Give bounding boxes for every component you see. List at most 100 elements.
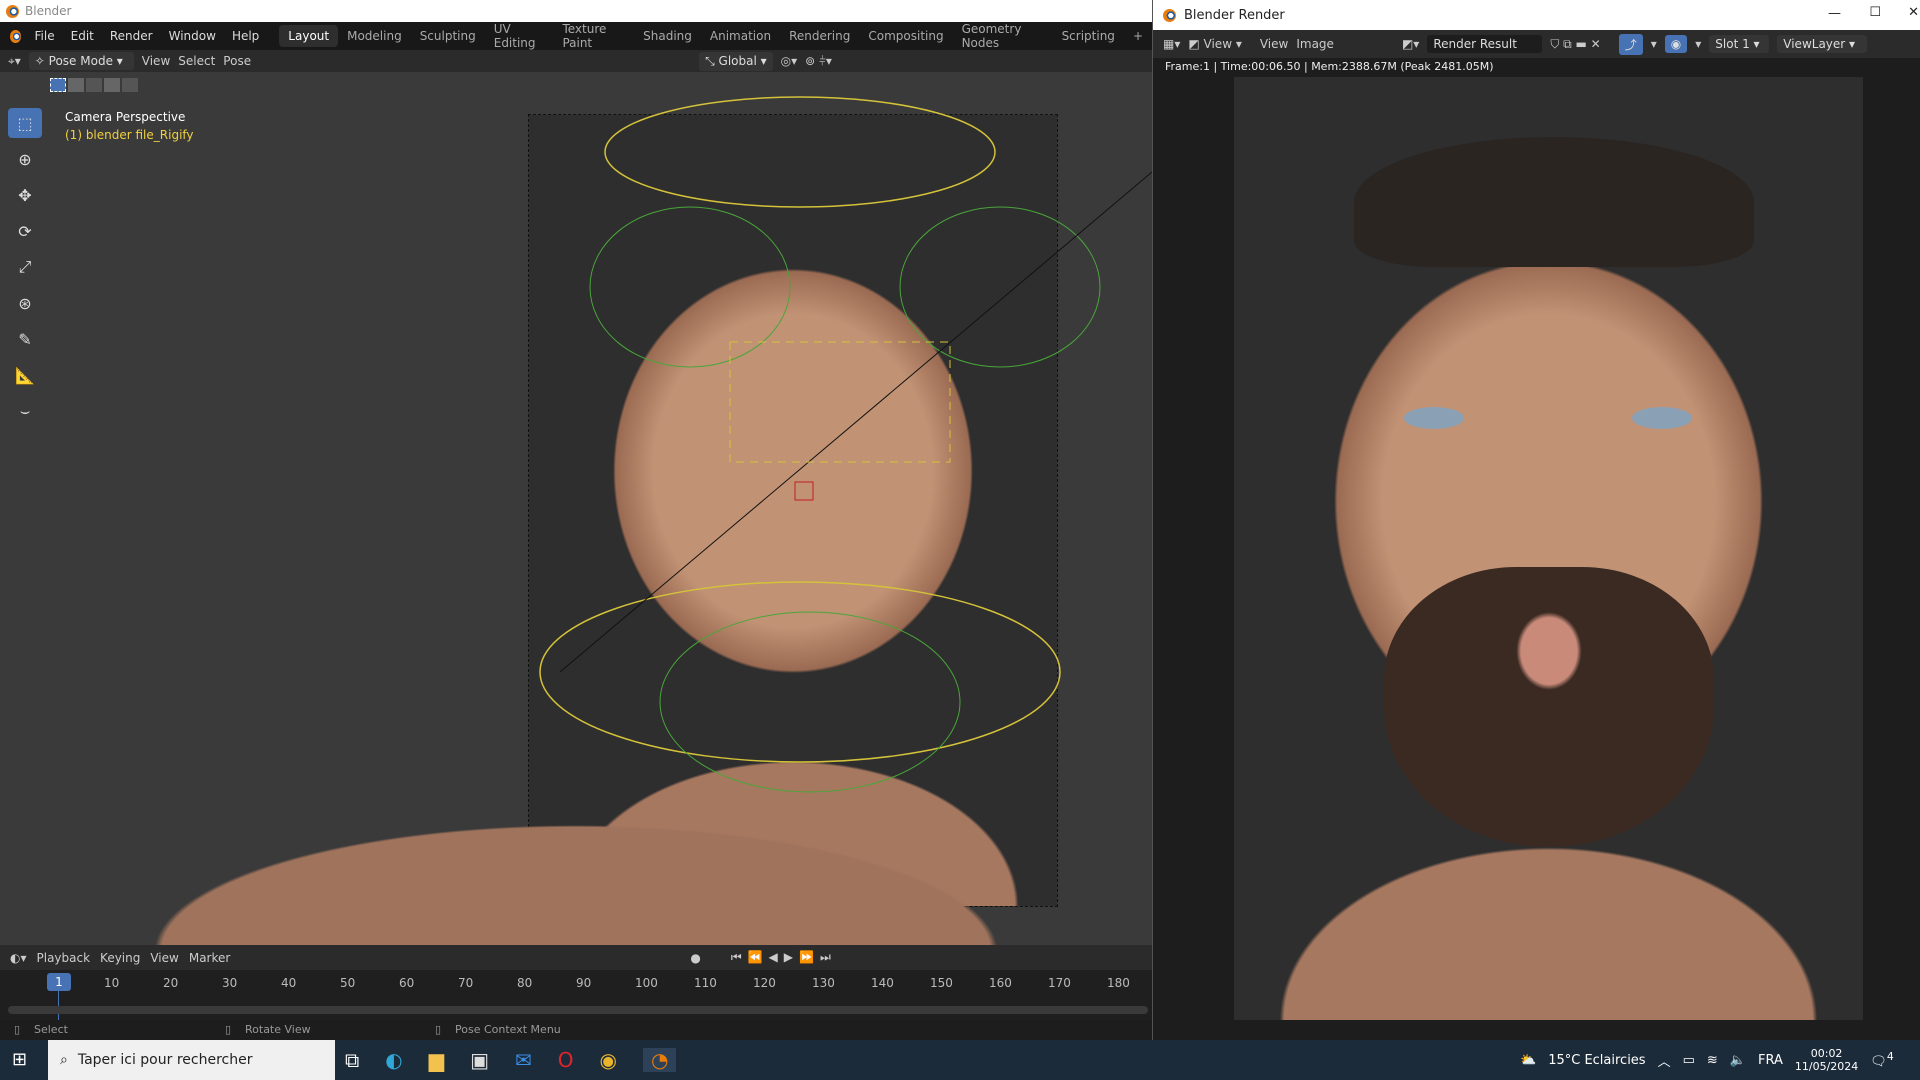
tab-uv-editing[interactable]: UV Editing — [485, 18, 554, 54]
snap-icon[interactable]: ⊚ ⫩▾ — [805, 54, 832, 69]
editor-type-icon[interactable]: ▦▾ — [1163, 37, 1180, 51]
wifi-icon[interactable]: ≋ — [1707, 1053, 1718, 1068]
gizmo-toggle[interactable]: ⤴ — [1618, 33, 1643, 55]
move-icon[interactable]: ✥ — [8, 180, 42, 210]
blender-taskbar-icon[interactable]: ◔ — [643, 1048, 677, 1072]
clock[interactable]: 00:02 11/05/2024 — [1795, 1047, 1858, 1073]
image-actions[interactable]: ⛉ ⧉ ▬ ✕ — [1550, 37, 1600, 52]
menu-view[interactable]: View — [142, 54, 170, 68]
timeline-editor-icon[interactable]: ◐▾ — [10, 951, 27, 965]
meet-icon[interactable]: ▭ — [1683, 1053, 1695, 1068]
menu-file[interactable]: File — [27, 29, 63, 43]
start-button[interactable]: ⊞ — [12, 1049, 27, 1070]
playback-controls[interactable]: ⏮⏪◀▶⏩⏭ — [731, 950, 837, 965]
slot-label: Slot 1 — [1715, 37, 1750, 51]
clock-time: 00:02 — [1810, 1047, 1843, 1060]
layer-dropdown[interactable]: ViewLayer ▾ — [1777, 35, 1868, 53]
mode-dropdown[interactable]: ✧ Pose Mode ▾ — [28, 52, 134, 70]
frame-tick: 20 — [163, 976, 179, 990]
layer-label: ViewLayer — [1783, 37, 1846, 51]
annotate-icon[interactable]: ✎ — [8, 324, 42, 354]
opera-icon[interactable]: O — [558, 1048, 574, 1072]
add-workspace-button[interactable]: + — [1124, 25, 1152, 47]
orientation-dropdown[interactable]: ⤡ Global ▾ — [699, 51, 773, 71]
menu-pose[interactable]: Pose — [223, 54, 251, 68]
tab-layout[interactable]: Layout — [279, 25, 339, 47]
timeline-ruler[interactable]: 1 10 20 30 40 50 60 70 80 90 100 110 120 130 140 150 16… — [0, 970, 1152, 1020]
menu-timeline-view[interactable]: View — [150, 951, 178, 965]
record-button[interactable]: ● — [690, 951, 700, 965]
beard — [1384, 567, 1714, 847]
menu-edit[interactable]: Edit — [63, 29, 102, 43]
overlay-toggle[interactable]: ◉ — [1664, 35, 1688, 53]
tab-animation[interactable]: Animation — [701, 25, 780, 47]
3d-viewport[interactable]: Camera Perspective (1) blender file_Rigi… — [0, 72, 1152, 945]
view-mode-dropdown[interactable]: ◩ View ▾ — [1188, 37, 1241, 51]
edge-icon[interactable]: ◐ — [385, 1048, 402, 1072]
maximize-button[interactable]: ☐ — [1869, 5, 1881, 20]
search-box[interactable]: ⌕ Taper ici pour rechercher — [48, 1040, 335, 1080]
editor-type-icon[interactable]: ⌖▾ — [8, 54, 21, 69]
frame-tick: 50 — [340, 976, 356, 990]
pivot-icon[interactable]: ◎▾ — [781, 54, 798, 68]
mail-icon[interactable]: ✉ — [515, 1048, 532, 1072]
scale-icon[interactable]: ⤢ — [8, 252, 42, 282]
chrome-icon[interactable]: ◉ — [600, 1048, 617, 1072]
frame-tick: 10 — [104, 976, 120, 990]
tab-sculpting[interactable]: Sculpting — [411, 25, 485, 47]
view-mode-label: View — [1203, 37, 1233, 51]
menu-playback[interactable]: Playback — [37, 951, 91, 965]
weather-text[interactable]: 15°C Eclaircies — [1548, 1053, 1645, 1068]
weather-icon[interactable]: ⛅ — [1520, 1053, 1536, 1068]
menu-select[interactable]: Select — [178, 54, 215, 68]
blender-logo-icon — [1163, 8, 1176, 22]
timeline-scrollbar[interactable] — [8, 1006, 1148, 1014]
rotate-icon[interactable]: ⟳ — [8, 216, 42, 246]
store-icon[interactable]: ▣ — [470, 1048, 489, 1072]
rig-overlay — [539, 96, 1152, 793]
task-view-icon[interactable]: ⧉ — [345, 1048, 359, 1072]
frame-tick: 40 — [281, 976, 297, 990]
frame-tick: 120 — [753, 976, 776, 990]
tab-geometry-nodes[interactable]: Geometry Nodes — [953, 18, 1053, 54]
notifications-icon[interactable]: 🗨4 — [1870, 1050, 1893, 1069]
slot-dropdown[interactable]: Slot 1 ▾ — [1709, 35, 1770, 53]
measure-icon[interactable]: 📐 — [8, 360, 42, 390]
menu-image[interactable]: Image — [1296, 37, 1334, 51]
language-indicator[interactable]: FRA — [1758, 1053, 1783, 1068]
tab-scripting[interactable]: Scripting — [1053, 25, 1124, 47]
frame-tick: 90 — [576, 976, 592, 990]
menu-keying[interactable]: Keying — [100, 951, 140, 965]
menu-render[interactable]: Render — [102, 29, 161, 43]
file-explorer-icon[interactable]: ▆ — [429, 1048, 444, 1072]
frame-tick: 80 — [517, 976, 533, 990]
tray-chevron-icon[interactable]: ︿ — [1658, 1051, 1671, 1070]
clock-date: 11/05/2024 — [1794, 1060, 1859, 1073]
timeline-header: ◐▾ Playback Keying View Marker ● ⏮⏪◀▶⏩⏭ — [0, 945, 1152, 970]
frame-tick: 60 — [399, 976, 415, 990]
cursor-icon[interactable]: ⊕ — [8, 144, 42, 174]
menu-window[interactable]: Window — [161, 29, 224, 43]
transform-icon[interactable]: ⊛ — [8, 288, 42, 318]
tab-modeling[interactable]: Modeling — [338, 25, 411, 47]
volume-icon[interactable]: 🔈 — [1730, 1053, 1746, 1068]
image-browse-icon[interactable]: ◩▾ — [1402, 37, 1419, 51]
render-result-image[interactable] — [1234, 77, 1863, 1020]
tab-texture-paint[interactable]: Texture Paint — [553, 18, 634, 54]
render-info: Frame:1 | Time:00:06.50 | Mem:2388.67M (… — [1153, 58, 1920, 76]
tab-rendering[interactable]: Rendering — [780, 25, 859, 47]
frame-tick: 170 — [1048, 976, 1071, 990]
bone-size-icon[interactable]: ⌣ — [8, 396, 42, 426]
menu-help[interactable]: Help — [224, 29, 267, 43]
menu-marker[interactable]: Marker — [189, 951, 230, 965]
tab-shading[interactable]: Shading — [634, 25, 701, 47]
menu-view[interactable]: View — [1260, 37, 1288, 51]
close-button[interactable]: ✕ — [1908, 5, 1919, 20]
status-bar: ▯ Select ▯ Rotate View ▯ Pose Context Me… — [0, 1020, 1152, 1040]
select-box-icon[interactable]: ⬚ — [8, 108, 42, 138]
minimize-button[interactable]: — — [1828, 6, 1841, 21]
blender-menu-icon[interactable] — [10, 29, 21, 43]
tab-compositing[interactable]: Compositing — [859, 25, 952, 47]
render-result-field[interactable]: Render Result — [1427, 35, 1543, 53]
viewport-title: Camera Perspective — [65, 110, 186, 124]
